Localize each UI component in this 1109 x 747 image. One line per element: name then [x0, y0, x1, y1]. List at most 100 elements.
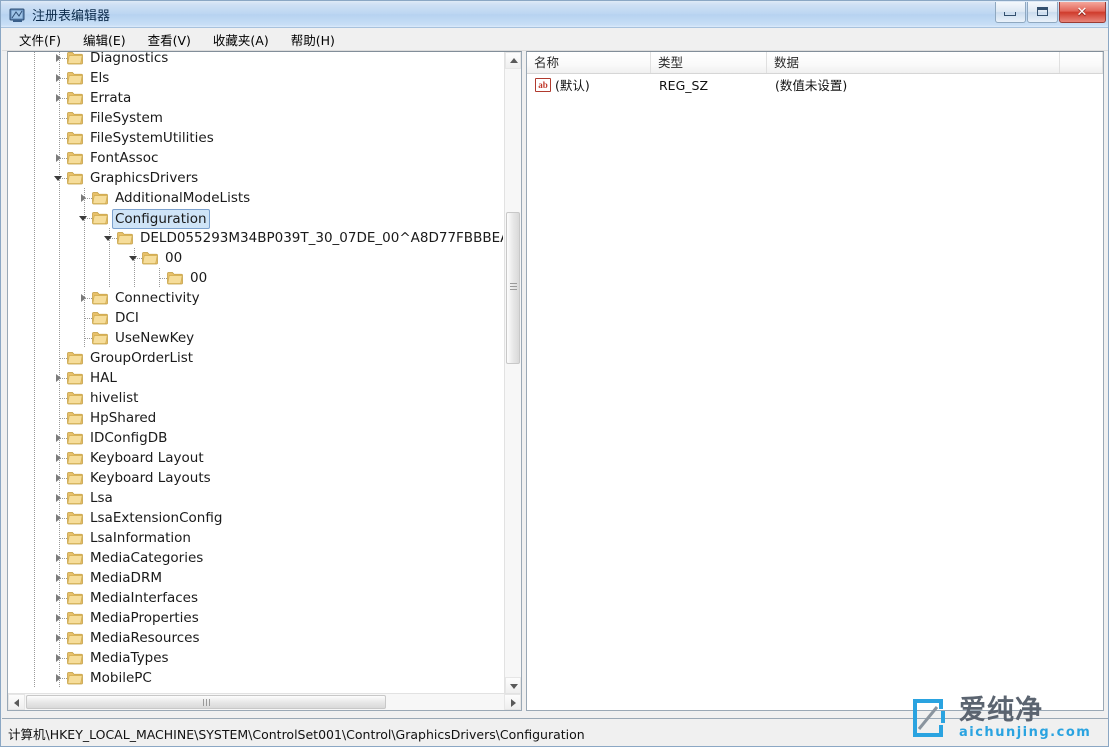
- tree-guide-line: [59, 328, 60, 348]
- tree-node-label: 00: [187, 268, 210, 288]
- scroll-down-button[interactable]: [505, 677, 521, 694]
- tree-expander-collapsed[interactable]: [53, 568, 66, 588]
- tree-vertical-scrollbar[interactable]: [504, 52, 521, 694]
- tree-expander-collapsed[interactable]: [53, 488, 66, 508]
- tree-node[interactable]: Keyboard Layouts: [8, 468, 503, 488]
- horizontal-scroll-thumb[interactable]: [26, 695, 386, 709]
- tree-expander-collapsed[interactable]: [53, 588, 66, 608]
- tree-expander-collapsed[interactable]: [53, 468, 66, 488]
- tree-node[interactable]: Errata: [8, 88, 503, 108]
- column-data[interactable]: 数据: [767, 52, 1060, 73]
- tree-node[interactable]: 00: [8, 248, 503, 268]
- scroll-up-button[interactable]: [505, 52, 521, 69]
- folder-icon: [67, 511, 83, 525]
- tree-expander-collapsed[interactable]: [78, 288, 91, 308]
- tree-node[interactable]: GraphicsDrivers: [8, 168, 503, 188]
- tree-node[interactable]: UseNewKey: [8, 328, 503, 348]
- tree-expander-expanded[interactable]: [103, 228, 116, 248]
- tree-expander-collapsed[interactable]: [53, 648, 66, 668]
- tree-node[interactable]: LsaExtensionConfig: [8, 508, 503, 528]
- tree-node[interactable]: HAL: [8, 368, 503, 388]
- close-button[interactable]: ✕: [1059, 2, 1106, 23]
- tree-node[interactable]: hivelist: [8, 388, 503, 408]
- tree-guide-line: [59, 188, 60, 208]
- folder-icon: [67, 451, 83, 465]
- tree-guide-line: [34, 168, 35, 188]
- vertical-scroll-thumb[interactable]: [506, 212, 520, 364]
- tree-expander-collapsed[interactable]: [53, 428, 66, 448]
- column-extra[interactable]: [1060, 52, 1103, 73]
- tree-node[interactable]: DELD055293M34BP039T_30_07DE_00^A8D77FBBB…: [8, 228, 503, 248]
- tree-node[interactable]: Connectivity: [8, 288, 503, 308]
- tree-guide-line: [34, 608, 35, 628]
- tree-node[interactable]: MediaCategories: [8, 548, 503, 568]
- menu-help[interactable]: 帮助(H): [280, 28, 346, 52]
- maximize-button[interactable]: [1027, 2, 1058, 23]
- value-data-cell: (数值未设置): [775, 75, 1060, 96]
- tree-expander-collapsed[interactable]: [53, 668, 66, 688]
- tree-expander-expanded[interactable]: [78, 208, 91, 228]
- tree-node[interactable]: FileSystem: [8, 108, 503, 128]
- tree-node[interactable]: GroupOrderList: [8, 348, 503, 368]
- tree-node-label: LsaExtensionConfig: [87, 508, 225, 528]
- tree-expander-collapsed[interactable]: [53, 548, 66, 568]
- tree-node[interactable]: FontAssoc: [8, 148, 503, 168]
- chevron-right-icon: [56, 54, 61, 62]
- tree-node[interactable]: AdditionalModeLists: [8, 188, 503, 208]
- tree-node[interactable]: Lsa: [8, 488, 503, 508]
- tree-node[interactable]: DCI: [8, 308, 503, 328]
- tree-node[interactable]: MediaDRM: [8, 568, 503, 588]
- tree-guide-line: [59, 288, 60, 308]
- tree-node[interactable]: FileSystemUtilities: [8, 128, 503, 148]
- column-type[interactable]: 类型: [651, 52, 767, 73]
- tree-expander-collapsed[interactable]: [53, 368, 66, 388]
- tree-node[interactable]: Els: [8, 68, 503, 88]
- tree-guide-line: [109, 248, 110, 268]
- tree-node[interactable]: HpShared: [8, 408, 503, 428]
- tree-node[interactable]: Keyboard Layout: [8, 448, 503, 468]
- tree-expander-collapsed[interactable]: [78, 188, 91, 208]
- tree-expander-collapsed[interactable]: [53, 628, 66, 648]
- tree-expander-expanded[interactable]: [128, 248, 141, 268]
- tree-node[interactable]: MediaResources: [8, 628, 503, 648]
- folder-icon: [67, 591, 83, 605]
- tree-expander-expanded[interactable]: [53, 168, 66, 188]
- tree-node[interactable]: IDConfigDB: [8, 428, 503, 448]
- tree-guide-line: [34, 588, 35, 608]
- scroll-left-button[interactable]: [8, 694, 25, 710]
- tree-expander-collapsed[interactable]: [53, 52, 66, 68]
- tree-horizontal-scrollbar[interactable]: [8, 693, 521, 710]
- tree-guide-line: [34, 308, 35, 328]
- tree-node[interactable]: MobilePC: [8, 668, 503, 688]
- menu-favorites[interactable]: 收藏夹(A): [202, 28, 280, 52]
- tree-guide-line: [34, 88, 35, 108]
- tree-node[interactable]: MediaInterfaces: [8, 588, 503, 608]
- tree-node[interactable]: LsaInformation: [8, 528, 503, 548]
- menu-edit[interactable]: 编辑(E): [72, 28, 137, 52]
- chevron-up-icon: [510, 58, 518, 63]
- tree-node[interactable]: Configuration: [8, 208, 503, 228]
- tree-expander-collapsed[interactable]: [53, 148, 66, 168]
- tree-expander-collapsed[interactable]: [53, 68, 66, 88]
- chevron-right-icon: [56, 574, 61, 582]
- minimize-button[interactable]: [995, 2, 1026, 23]
- tree-expander-collapsed[interactable]: [53, 608, 66, 628]
- folder-icon: [67, 351, 83, 365]
- tree-expander-collapsed[interactable]: [53, 508, 66, 528]
- menu-file[interactable]: 文件(F): [8, 28, 72, 52]
- tree-guide-line: [134, 268, 135, 288]
- tree-expander-collapsed[interactable]: [53, 448, 66, 468]
- menu-view[interactable]: 查看(V): [137, 28, 202, 52]
- tree-node[interactable]: 00: [8, 268, 503, 288]
- tree-node[interactable]: MediaProperties: [8, 608, 503, 628]
- scroll-right-button[interactable]: [504, 694, 521, 710]
- tree-expander-collapsed[interactable]: [53, 88, 66, 108]
- chevron-down-icon: [79, 216, 87, 221]
- column-name[interactable]: 名称: [527, 52, 651, 73]
- tree-node[interactable]: Diagnostics: [8, 52, 503, 68]
- tree-node-label: MediaInterfaces: [87, 588, 201, 608]
- tree-node[interactable]: MediaTypes: [8, 648, 503, 668]
- value-list-row[interactable]: ab(默认)REG_SZ(数值未设置): [527, 75, 1103, 96]
- folder-icon: [67, 71, 83, 85]
- tree-node-label: MediaDRM: [87, 568, 165, 588]
